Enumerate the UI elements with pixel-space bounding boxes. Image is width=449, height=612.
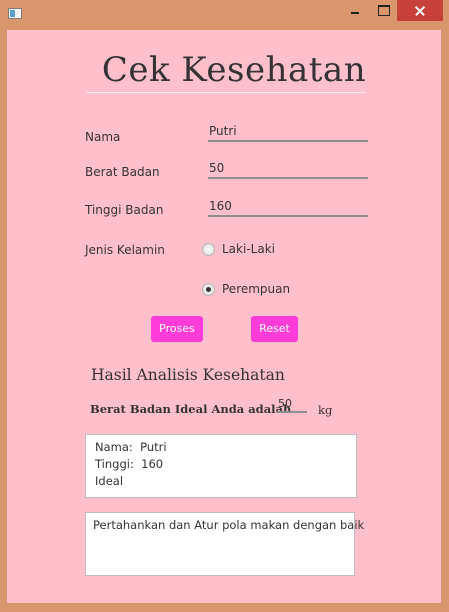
berat-input[interactable]: 50 [208,161,368,179]
nama-label: Nama [85,130,121,144]
result-heading: Hasil Analisis Kesehatan [91,366,285,384]
radio-laki-laki[interactable] [202,243,215,256]
ideal-weight-label: Berat Badan Ideal Anda adalah [90,402,292,416]
tinggi-input[interactable]: 160 [208,199,368,217]
ideal-weight-field[interactable]: 50 [276,397,307,413]
kelamin-label: Jenis Kelamin [85,243,165,257]
radio-label-laki-laki[interactable]: Laki-Laki [222,242,275,256]
tinggi-label: Tinggi Badan [85,203,164,217]
advice-text: Pertahankan dan Atur pola makan dengan b… [93,518,365,532]
minimize-button[interactable] [339,0,370,22]
radio-label-perempuan[interactable]: Perempuan [222,282,290,296]
weight-unit: kg [318,403,333,417]
title-divider [86,92,366,93]
radio-perempuan[interactable] [202,283,215,296]
result-line-tinggi: Tinggi: 160 [95,457,164,471]
page-title: Cek Kesehatan [101,50,367,90]
reset-button[interactable]: Reset [251,316,298,342]
maximize-button[interactable] [370,0,397,22]
result-line-status: Ideal [95,474,124,488]
app-icon [8,8,22,19]
form-panel: Cek Kesehatan Nama Putri Berat Badan 50 … [7,30,441,603]
title-bar [0,0,449,29]
result-line-nama: Nama: Putri [95,440,167,454]
proses-button[interactable]: Proses [151,316,203,342]
close-button[interactable] [397,0,443,21]
advice-textarea[interactable]: Pertahankan dan Atur pola makan dengan b… [85,512,365,576]
result-textarea[interactable]: Nama: Putri Tinggi: 160 Ideal [85,434,357,498]
nama-input[interactable]: Putri [208,124,368,142]
berat-label: Berat Badan [85,165,160,179]
